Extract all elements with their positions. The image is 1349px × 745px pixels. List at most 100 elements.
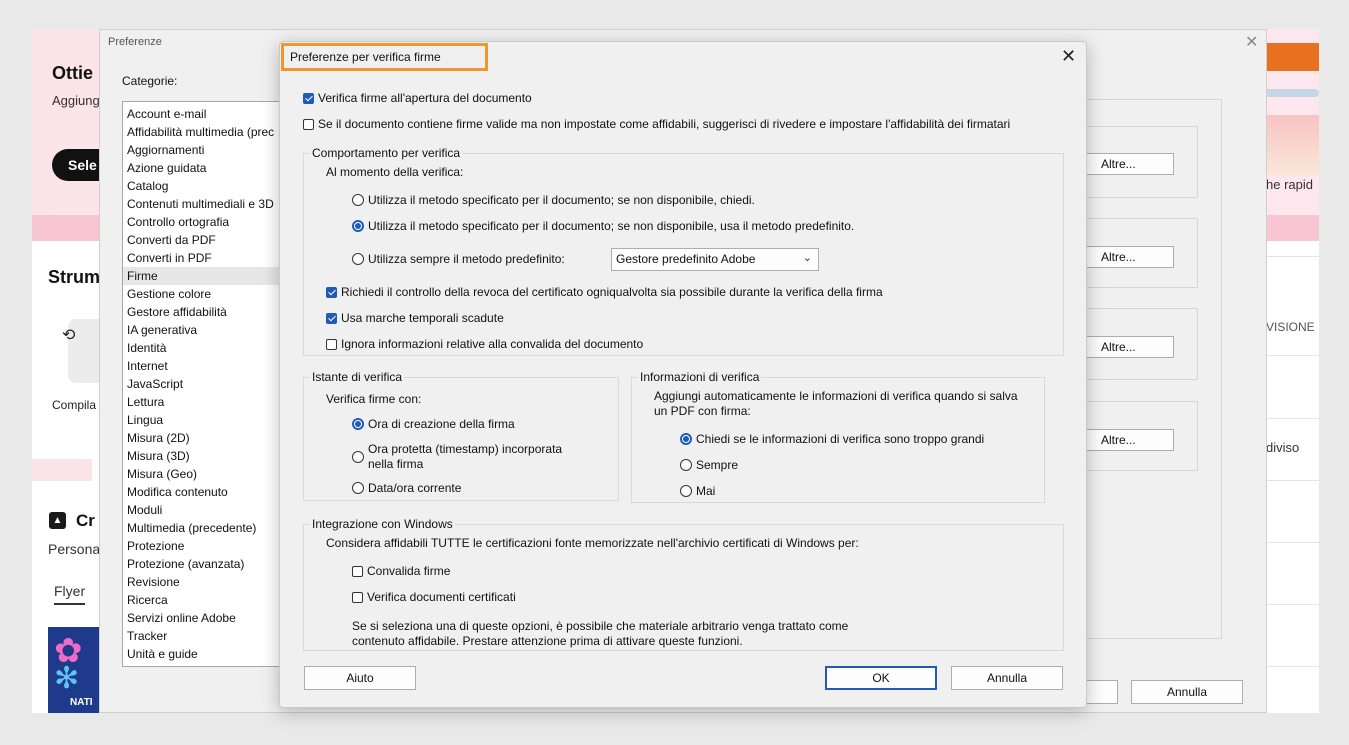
verify-with-label: Verifica firme con: <box>326 392 422 406</box>
verify-certified-checkbox[interactable]: Verifica documenti certificati <box>352 590 516 604</box>
categories-list[interactable]: Account e-mail Affidabilità multimedia (p… <box>122 101 292 667</box>
signature-verification-dialog: Preferenze per verifica firme ✕ Verifica… <box>279 41 1087 708</box>
ok-button[interactable]: OK <box>825 666 937 690</box>
category-item[interactable]: Internet <box>123 357 291 375</box>
revocation-check-label: Richiedi il controllo della revoca del c… <box>341 285 883 299</box>
default-method-value: Gestore predefinito Adobe <box>616 252 756 266</box>
altre-button[interactable]: Altre... <box>1084 153 1174 175</box>
progress-bar <box>1260 89 1319 97</box>
category-item[interactable]: Aggiornamenti <box>123 141 291 159</box>
expired-timestamps-checkbox[interactable]: Usa marche temporali scadute <box>326 311 504 325</box>
category-item[interactable]: Revisione <box>123 573 291 591</box>
checkbox-checked-icon <box>303 92 314 104</box>
radio-icon <box>680 459 692 471</box>
radio-icon <box>352 194 364 206</box>
revocation-check-checkbox[interactable]: Richiedi il controllo della revoca del c… <box>326 285 883 299</box>
category-item[interactable]: Affidabilità multimedia (prec <box>123 123 291 141</box>
info-ask-label: Chiedi se le informazioni di verifica so… <box>696 432 985 446</box>
category-item[interactable]: Protezione <box>123 537 291 555</box>
category-item[interactable]: Misura (3D) <box>123 447 291 465</box>
info-ask-radio[interactable]: Chiedi se le informazioni di verifica so… <box>680 432 984 446</box>
altre-button[interactable]: Altre... <box>1084 246 1174 268</box>
when-verifying-label: Al momento della verifica: <box>326 165 464 179</box>
category-item[interactable]: Catalog <box>123 177 291 195</box>
category-item[interactable]: Servizi online Adobe <box>123 609 291 627</box>
radio-selected-icon <box>352 418 364 430</box>
default-method-select[interactable]: Gestore predefinito Adobe ⌄ <box>611 248 819 271</box>
method-default-radio[interactable]: Utilizza il metodo specificato per il do… <box>352 219 854 233</box>
close-icon[interactable]: ✕ <box>1245 32 1258 52</box>
category-item[interactable]: Modifica contenuto <box>123 483 291 501</box>
method-ask-radio[interactable]: Utilizza il metodo specificato per il do… <box>352 193 755 207</box>
altre-button[interactable]: Altre... <box>1084 336 1174 358</box>
category-item[interactable]: Lettura <box>123 393 291 411</box>
close-icon[interactable]: ✕ <box>1061 46 1076 67</box>
altre-button[interactable]: Altre... <box>1084 429 1174 451</box>
category-item[interactable]: Converti da PDF <box>123 231 291 249</box>
category-item[interactable]: Moduli <box>123 501 291 519</box>
category-item[interactable]: Misura (Geo) <box>123 465 291 483</box>
checkbox-icon <box>352 591 363 603</box>
category-item[interactable]: IA generativa <box>123 321 291 339</box>
category-item[interactable]: Ricerca <box>123 591 291 609</box>
ignore-validation-checkbox[interactable]: Ignora informazioni relative alla conval… <box>326 337 643 351</box>
category-item[interactable]: Gestore affidabilità <box>123 303 291 321</box>
category-item[interactable]: Account e-mail <box>123 105 291 123</box>
create-heading: Cr <box>76 511 95 530</box>
category-item[interactable]: Misura (2D) <box>123 429 291 447</box>
cancel-button[interactable]: Annulla <box>1131 680 1243 704</box>
dialog-title: Preferenze per verifica firme <box>281 43 488 71</box>
divider <box>1260 542 1319 543</box>
help-button[interactable]: Aiuto <box>304 666 416 690</box>
category-item[interactable]: JavaScript <box>123 375 291 393</box>
category-item[interactable]: Converti in PDF <box>123 249 291 267</box>
validate-signatures-checkbox[interactable]: Convalida firme <box>352 564 450 578</box>
cancel-button[interactable]: Annulla <box>951 666 1063 690</box>
verification-info-title: Informazioni di verifica <box>638 370 762 384</box>
time-timestamp-radio[interactable]: Ora protetta (timestamp) incorporata nel… <box>352 442 578 472</box>
divider <box>1260 480 1319 481</box>
info-always-radio[interactable]: Sempre <box>680 458 738 472</box>
tab-flyer[interactable]: Flyer <box>54 583 86 605</box>
category-item[interactable]: Tracker <box>123 627 291 645</box>
radio-icon <box>680 485 692 497</box>
category-item[interactable]: Gestione colore <box>123 285 291 303</box>
promo-banner[interactable] <box>1260 43 1319 71</box>
category-item[interactable]: Unità e guide <box>123 645 291 663</box>
category-item[interactable]: Controllo ortografia <box>123 213 291 231</box>
categories-label: Categorie: <box>122 74 178 88</box>
category-item[interactable]: Protezione (avanzata) <box>123 555 291 573</box>
divider <box>1260 355 1319 356</box>
add-info-label: Aggiungi automaticamente le informazioni… <box>654 389 1018 418</box>
category-item[interactable]: Identità <box>123 339 291 357</box>
category-item[interactable]: Multimedia (precedente) <box>123 519 291 537</box>
adobe-express-icon: ▲ <box>49 512 66 529</box>
radio-icon <box>352 451 364 463</box>
expired-timestamps-label: Usa marche temporali scadute <box>341 311 504 325</box>
windows-trust-label: Considera affidabili TUTTE le certificaz… <box>326 536 859 550</box>
method-always-radio[interactable]: Utilizza sempre il metodo predefinito: <box>352 252 565 266</box>
radio-icon <box>352 482 364 494</box>
category-item[interactable]: Azione guidata <box>123 159 291 177</box>
chevron-down-icon: ⌄ <box>802 252 812 264</box>
info-never-radio[interactable]: Mai <box>680 484 715 498</box>
verify-on-open-label: Verifica firme all'apertura del document… <box>318 91 532 105</box>
windows-integration-title: Integrazione con Windows <box>310 517 455 531</box>
category-item[interactable]: Firme <box>123 267 291 285</box>
time-current-radio[interactable]: Data/ora corrente <box>352 481 461 495</box>
radio-selected-icon <box>680 433 692 445</box>
right-panel-text: he rapid <box>1266 177 1313 192</box>
divider <box>1260 418 1319 419</box>
divider <box>1260 256 1319 257</box>
info-never-label: Mai <box>696 484 716 498</box>
method-ask-label: Utilizza il metodo specificato per il do… <box>368 193 755 207</box>
category-item[interactable]: Contenuti multimediali e 3D <box>123 195 291 213</box>
validate-signatures-label: Convalida firme <box>367 564 451 578</box>
category-item[interactable]: Lingua <box>123 411 291 429</box>
suggest-trust-checkbox[interactable]: Se il documento contiene firme valide ma… <box>303 117 1010 131</box>
preferences-title: Preferenze <box>108 36 162 48</box>
time-creation-radio[interactable]: Ora di creazione della firma <box>352 417 515 431</box>
verify-on-open-checkbox[interactable]: Verifica firme all'apertura del document… <box>303 91 532 105</box>
behavior-group-title: Comportamento per verifica <box>310 146 463 160</box>
history-icon: ⟲ <box>62 327 76 344</box>
